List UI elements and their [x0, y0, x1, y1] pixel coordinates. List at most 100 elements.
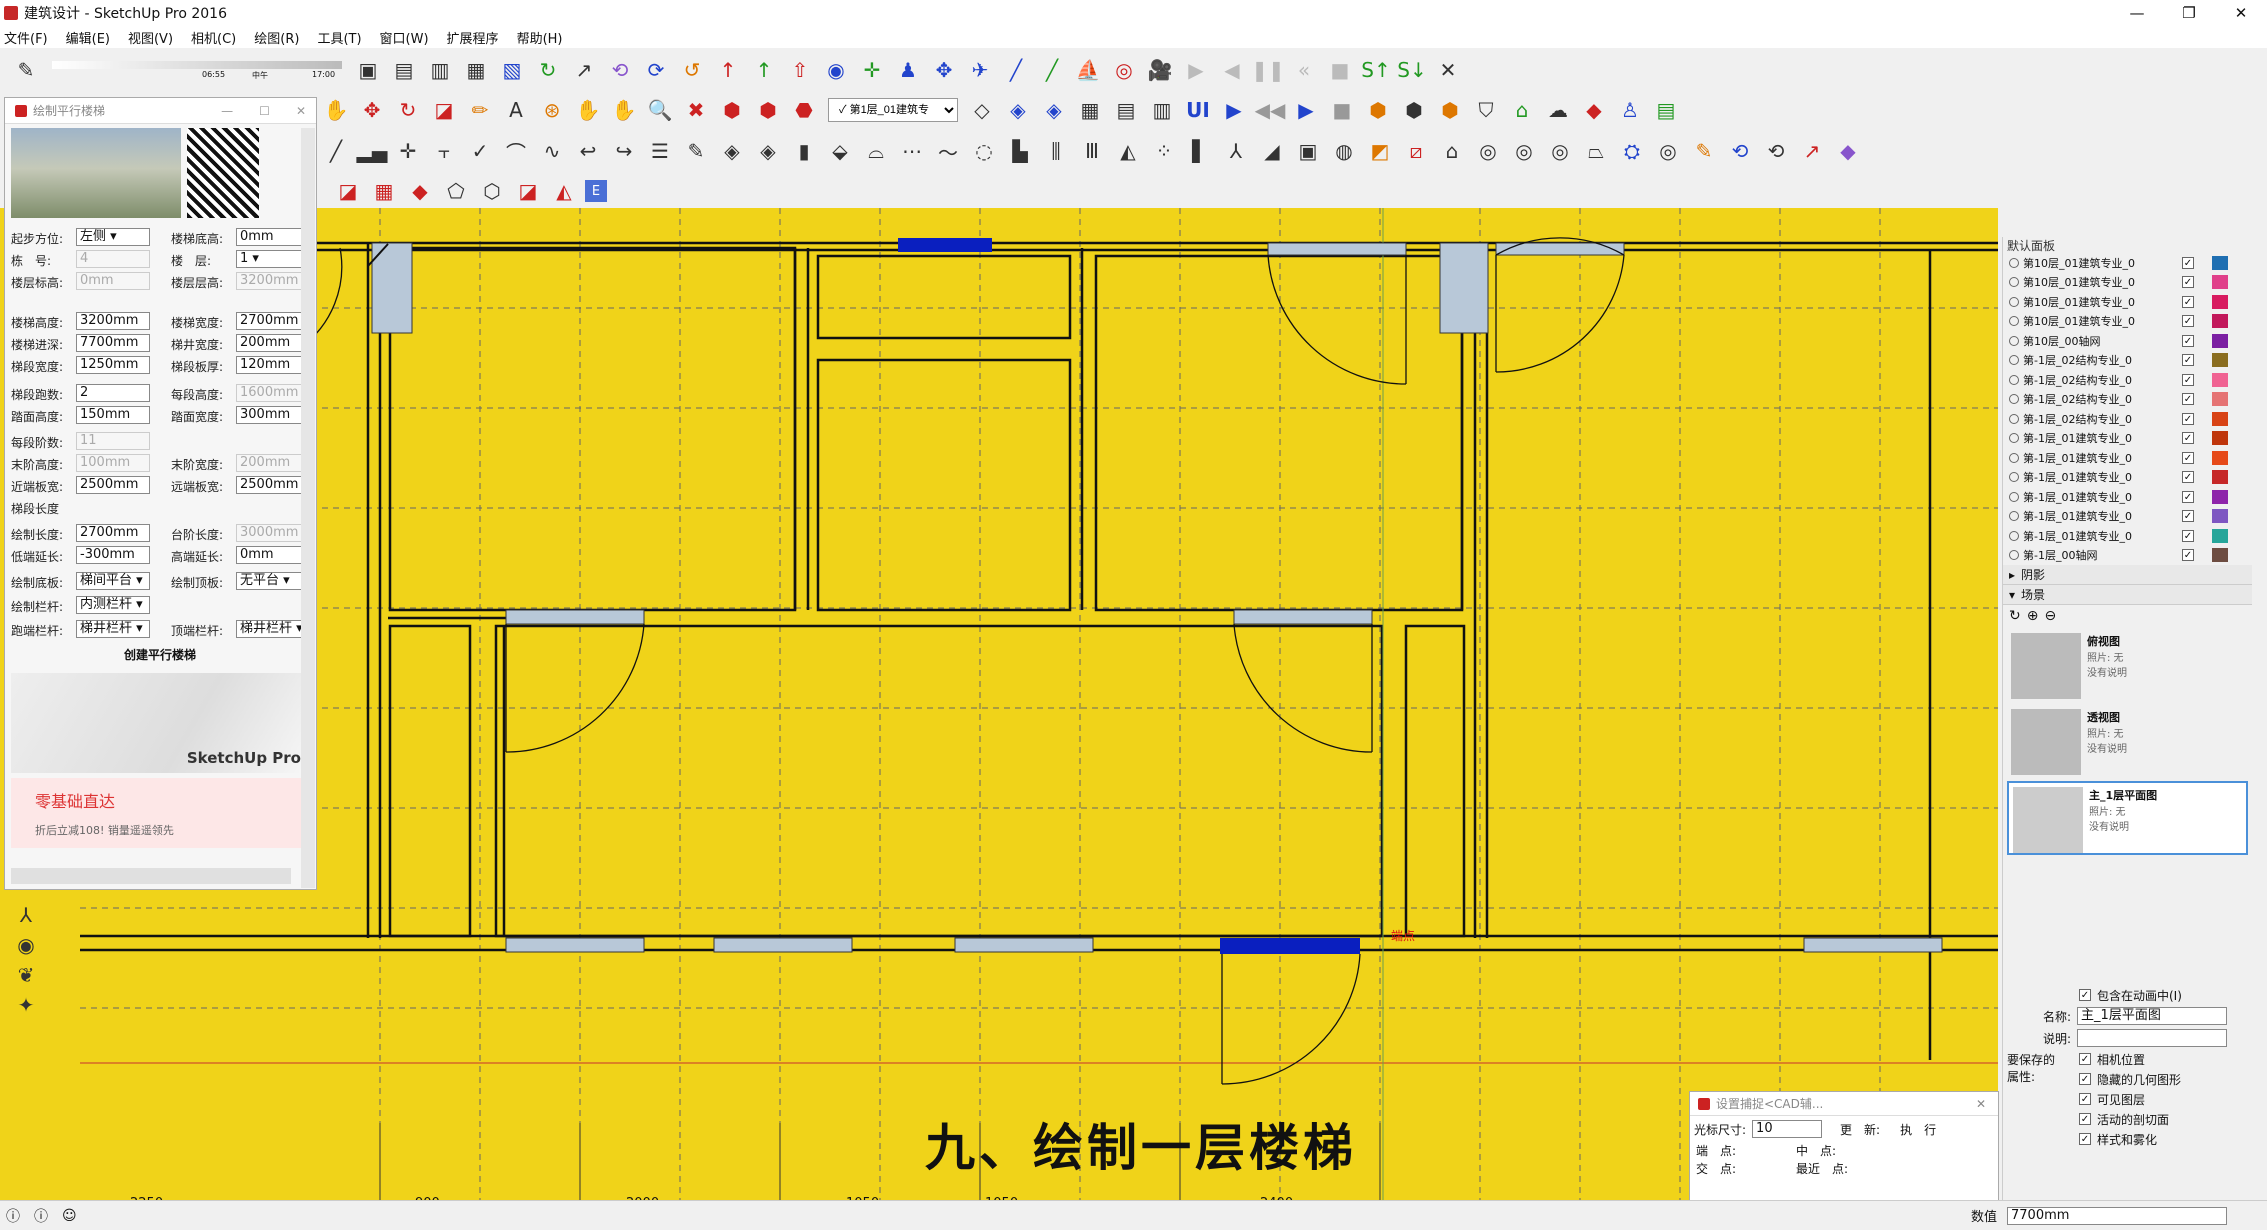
- shape-1-icon[interactable]: ⌂: [1437, 136, 1467, 166]
- bsm-icon[interactable]: ▤: [1651, 95, 1681, 125]
- layer-row[interactable]: 第-1层_02结构专业_0 ✓: [2003, 370, 2252, 390]
- shape-6-icon[interactable]: ⛭: [1617, 136, 1647, 166]
- frame-icon[interactable]: ▣: [1293, 136, 1323, 166]
- axis-icon[interactable]: ✛: [857, 55, 887, 85]
- layer-radio[interactable]: [2009, 316, 2019, 327]
- stair-field-select[interactable]: 内测栏杆 ▾: [76, 596, 150, 614]
- stair-field-input[interactable]: 200mm: [236, 334, 306, 352]
- hook-icon[interactable]: ↩: [573, 136, 603, 166]
- line-2-icon[interactable]: ╱: [1037, 55, 1067, 85]
- stair-field-input[interactable]: 2700mm: [76, 524, 150, 542]
- rewind-icon[interactable]: «: [1289, 55, 1319, 85]
- array-icon[interactable]: ⁘: [1149, 136, 1179, 166]
- layer-row[interactable]: 第-1层_01建筑专业_0 ✓: [2003, 487, 2252, 507]
- s-up-icon[interactable]: S↑: [1361, 55, 1391, 85]
- house-icon[interactable]: ⌂: [1507, 95, 1537, 125]
- minimize-button[interactable]: —: [2111, 0, 2163, 26]
- layer-visible-checkbox[interactable]: ✓: [2182, 315, 2194, 328]
- layer-row[interactable]: 第-1层_01建筑专业_0 ✓: [2003, 429, 2252, 449]
- menu-file[interactable]: 文件(F): [4, 28, 48, 47]
- stair-field-input[interactable]: 2500mm: [76, 476, 150, 494]
- layer-radio[interactable]: [2009, 394, 2019, 405]
- grid-2-icon[interactable]: ▤: [1111, 95, 1141, 125]
- stair-field-select[interactable]: 左侧 ▾: [76, 228, 150, 246]
- layer-visible-checkbox[interactable]: ✓: [2182, 393, 2194, 406]
- back-icon[interactable]: ◀: [1217, 55, 1247, 85]
- layer-color-swatch[interactable]: [2212, 392, 2228, 407]
- stair-field-select[interactable]: 1 ▾: [236, 250, 306, 268]
- box-3-icon[interactable]: ⬣: [789, 95, 819, 125]
- spiral-icon[interactable]: ◌: [969, 136, 999, 166]
- layer-radio[interactable]: [2009, 355, 2019, 366]
- box-2-icon[interactable]: ⬢: [753, 95, 783, 125]
- layer-color-swatch[interactable]: [2212, 294, 2228, 309]
- move-red-icon[interactable]: ✥: [357, 95, 387, 125]
- roof-3-icon[interactable]: ⬡: [477, 176, 507, 206]
- dialog-close-icon[interactable]: ✕: [1976, 1097, 1986, 1111]
- layer-row[interactable]: 第10层_01建筑专业_0 ✓: [2003, 253, 2252, 273]
- slope-icon[interactable]: ◢: [1257, 136, 1287, 166]
- layer-row[interactable]: 第-1层_01建筑专业_0 ✓: [2003, 526, 2252, 546]
- loop-2-icon[interactable]: ⟳: [641, 55, 671, 85]
- roof-2-icon[interactable]: ⬠: [441, 176, 471, 206]
- shield-icon[interactable]: ⛉: [1471, 95, 1501, 125]
- eye-icon[interactable]: ◉: [11, 930, 41, 960]
- layer-color-swatch[interactable]: [2212, 255, 2228, 270]
- layer-row[interactable]: 第-1层_00轴网 ✓: [2003, 546, 2252, 566]
- hook-2-icon[interactable]: ↪: [609, 136, 639, 166]
- stop-icon[interactable]: ■: [1325, 55, 1355, 85]
- layers-icon[interactable]: ◈: [717, 136, 747, 166]
- pencil-icon[interactable]: ✎: [681, 136, 711, 166]
- component-2-icon[interactable]: ▤: [389, 55, 419, 85]
- wall-2-icon[interactable]: ▦: [369, 176, 399, 206]
- layers-2-icon[interactable]: ◈: [753, 136, 783, 166]
- stair-field-input[interactable]: 0mm: [76, 272, 150, 290]
- wave-icon[interactable]: 〜: [933, 136, 963, 166]
- dots-icon[interactable]: ⋯: [897, 136, 927, 166]
- add-icon[interactable]: ⊕: [2027, 608, 2039, 624]
- roof-icon[interactable]: ◆: [405, 176, 435, 206]
- close-button[interactable]: ✕: [2215, 0, 2267, 26]
- component-icon[interactable]: ▣: [353, 55, 383, 85]
- menu-window[interactable]: 窗口(W): [380, 28, 429, 47]
- pan-icon[interactable]: ✋: [573, 95, 603, 125]
- person-icon[interactable]: ♟: [893, 55, 923, 85]
- step-icon[interactable]: ▶: [1291, 95, 1321, 125]
- refresh-icon[interactable]: ↻: [2009, 608, 2021, 624]
- grid-icon[interactable]: ▦: [1075, 95, 1105, 125]
- curve-icon[interactable]: ∿: [537, 136, 567, 166]
- layer-visible-checkbox[interactable]: ✓: [2182, 471, 2194, 484]
- prop-checkbox[interactable]: ✓ 隐藏的几何图形: [2079, 1069, 2252, 1089]
- tag-icon[interactable]: ◆: [1579, 95, 1609, 125]
- prop-checkbox[interactable]: ✓ 相机位置: [2079, 1049, 2252, 1069]
- layer-color-swatch[interactable]: [2212, 333, 2228, 348]
- shape-3-icon[interactable]: ◎: [1509, 136, 1539, 166]
- scene-name-input[interactable]: 主_1层平面图: [2077, 1007, 2228, 1025]
- menu-camera[interactable]: 相机(C): [191, 28, 236, 47]
- layer-radio[interactable]: [2009, 511, 2019, 522]
- package-2-icon[interactable]: ⬢: [1399, 95, 1429, 125]
- compass-icon[interactable]: ✦: [11, 990, 41, 1020]
- stair-field-input[interactable]: 300mm: [236, 406, 306, 424]
- scale-icon[interactable]: ◪: [429, 95, 459, 125]
- cloud-icon[interactable]: ☁: [1543, 95, 1573, 125]
- layer-select[interactable]: ✓ 第1层_01建筑专: [828, 98, 958, 122]
- up-green-icon[interactable]: ↑: [749, 55, 779, 85]
- layer-row[interactable]: 第-1层_02结构专业_0 ✓: [2003, 351, 2252, 371]
- layer-color-swatch[interactable]: [2212, 314, 2228, 329]
- layer-color-swatch[interactable]: [2212, 470, 2228, 485]
- stair-field-input[interactable]: 2: [76, 384, 150, 402]
- prop-checkbox[interactable]: ✓ 可见图层: [2079, 1089, 2252, 1109]
- layer-row[interactable]: 第10层_01建筑专业_0 ✓: [2003, 292, 2252, 312]
- grid-3-icon[interactable]: ▥: [1147, 95, 1177, 125]
- stair-field-input[interactable]: 1600mm: [236, 384, 306, 402]
- layer-radio[interactable]: [2009, 296, 2019, 307]
- layer-radio[interactable]: [2009, 277, 2019, 288]
- dash-icon[interactable]: ⫟: [429, 136, 459, 166]
- layer-row[interactable]: 第10层_00轴网 ✓: [2003, 331, 2252, 351]
- line-draw-icon[interactable]: ╱: [321, 136, 351, 166]
- circle-icon[interactable]: ◍: [1329, 136, 1359, 166]
- camera-icon[interactable]: 🎥: [1145, 55, 1175, 85]
- layer-visible-checkbox[interactable]: ✓: [2182, 412, 2194, 425]
- stack-icon[interactable]: ☰: [645, 136, 675, 166]
